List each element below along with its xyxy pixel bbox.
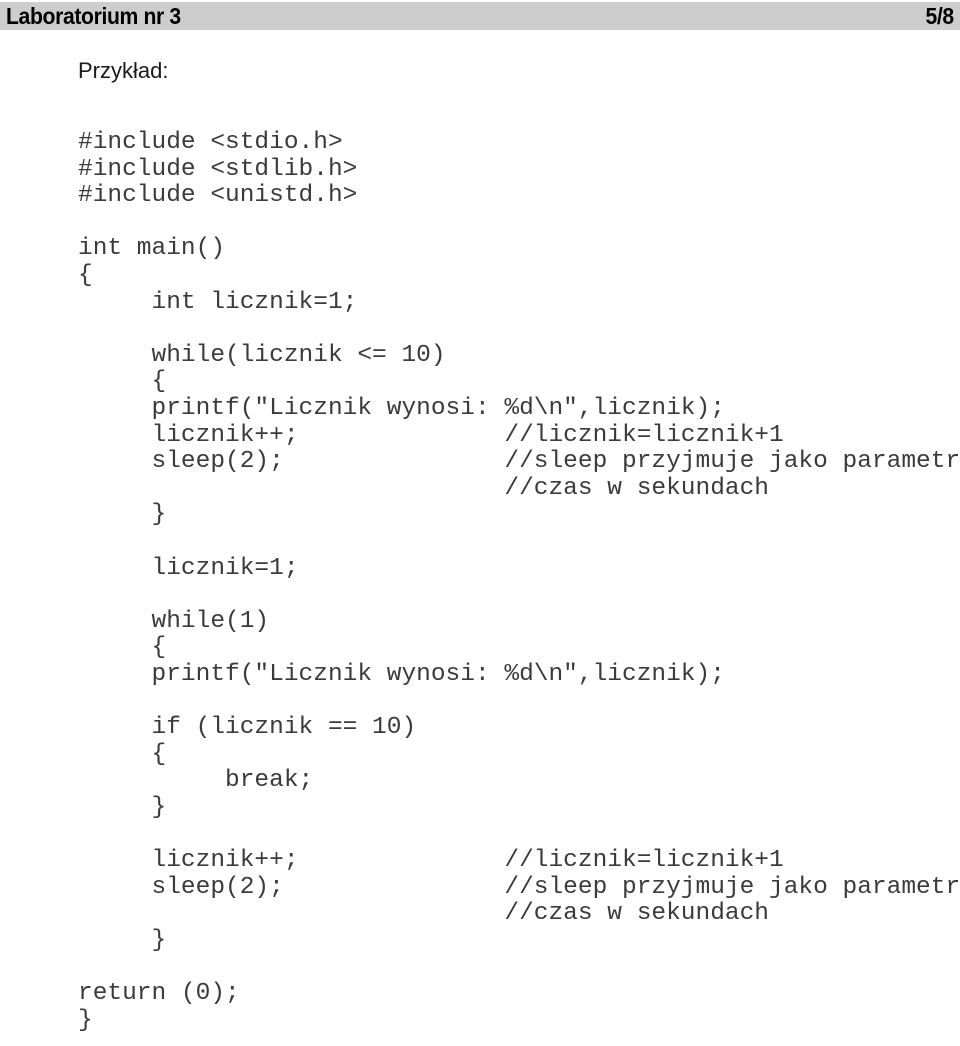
code-line: licznik=1; — [78, 554, 299, 582]
example-heading: Przykład: — [78, 58, 169, 83]
code-line: sleep(2); //sleep przyjmuje jako paramet… — [78, 873, 960, 901]
code-line: { — [78, 368, 167, 396]
code-line: if (licznik == 10) — [78, 714, 417, 742]
code-line: } — [78, 926, 167, 954]
code-line: #include <stdio.h> — [78, 129, 343, 156]
code-line: return (0); — [78, 980, 240, 1007]
code-line: #include <unistd.h> — [78, 182, 358, 210]
code-line: printf("Licznik wynosi: %d\n",licznik); — [78, 660, 725, 688]
code-line: { — [78, 261, 93, 289]
code-line: } — [78, 1006, 93, 1034]
code-line: int licznik=1; — [78, 288, 358, 316]
code-line: int main() — [78, 235, 226, 263]
code-line: sleep(2); //sleep przyjmuje jako paramet… — [78, 448, 960, 476]
code-line: printf("Licznik wynosi: %d\n",licznik); — [78, 394, 725, 422]
code-line: //czas w sekundach — [78, 474, 770, 502]
code-line: //czas w sekundach — [78, 900, 770, 928]
code-line: while(1) — [78, 607, 270, 635]
code-line: #include <stdlib.h> — [78, 155, 358, 183]
page-content: Przykład: #include <stdio.h> #include <st… — [78, 56, 960, 1034]
page-number-indicator: 5/8 — [925, 3, 955, 29]
document-title: Laboratorium nr 3 — [6, 3, 181, 29]
code-line: while(licznik <= 10) — [78, 341, 446, 369]
page-header-bar: Laboratorium nr 3 5/8 — [0, 2, 960, 30]
code-line: licznik++; //licznik=licznik+1 — [78, 847, 784, 875]
code-line: } — [78, 501, 167, 529]
code-line: licznik++; //licznik=licznik+1 — [78, 421, 784, 449]
code-line: break; — [78, 767, 314, 795]
code-line: { — [78, 634, 167, 662]
code-listing: #include <stdio.h> #include <stdlib.h> #in… — [78, 129, 960, 1034]
code-line: } — [78, 793, 167, 821]
code-line: { — [78, 740, 167, 768]
